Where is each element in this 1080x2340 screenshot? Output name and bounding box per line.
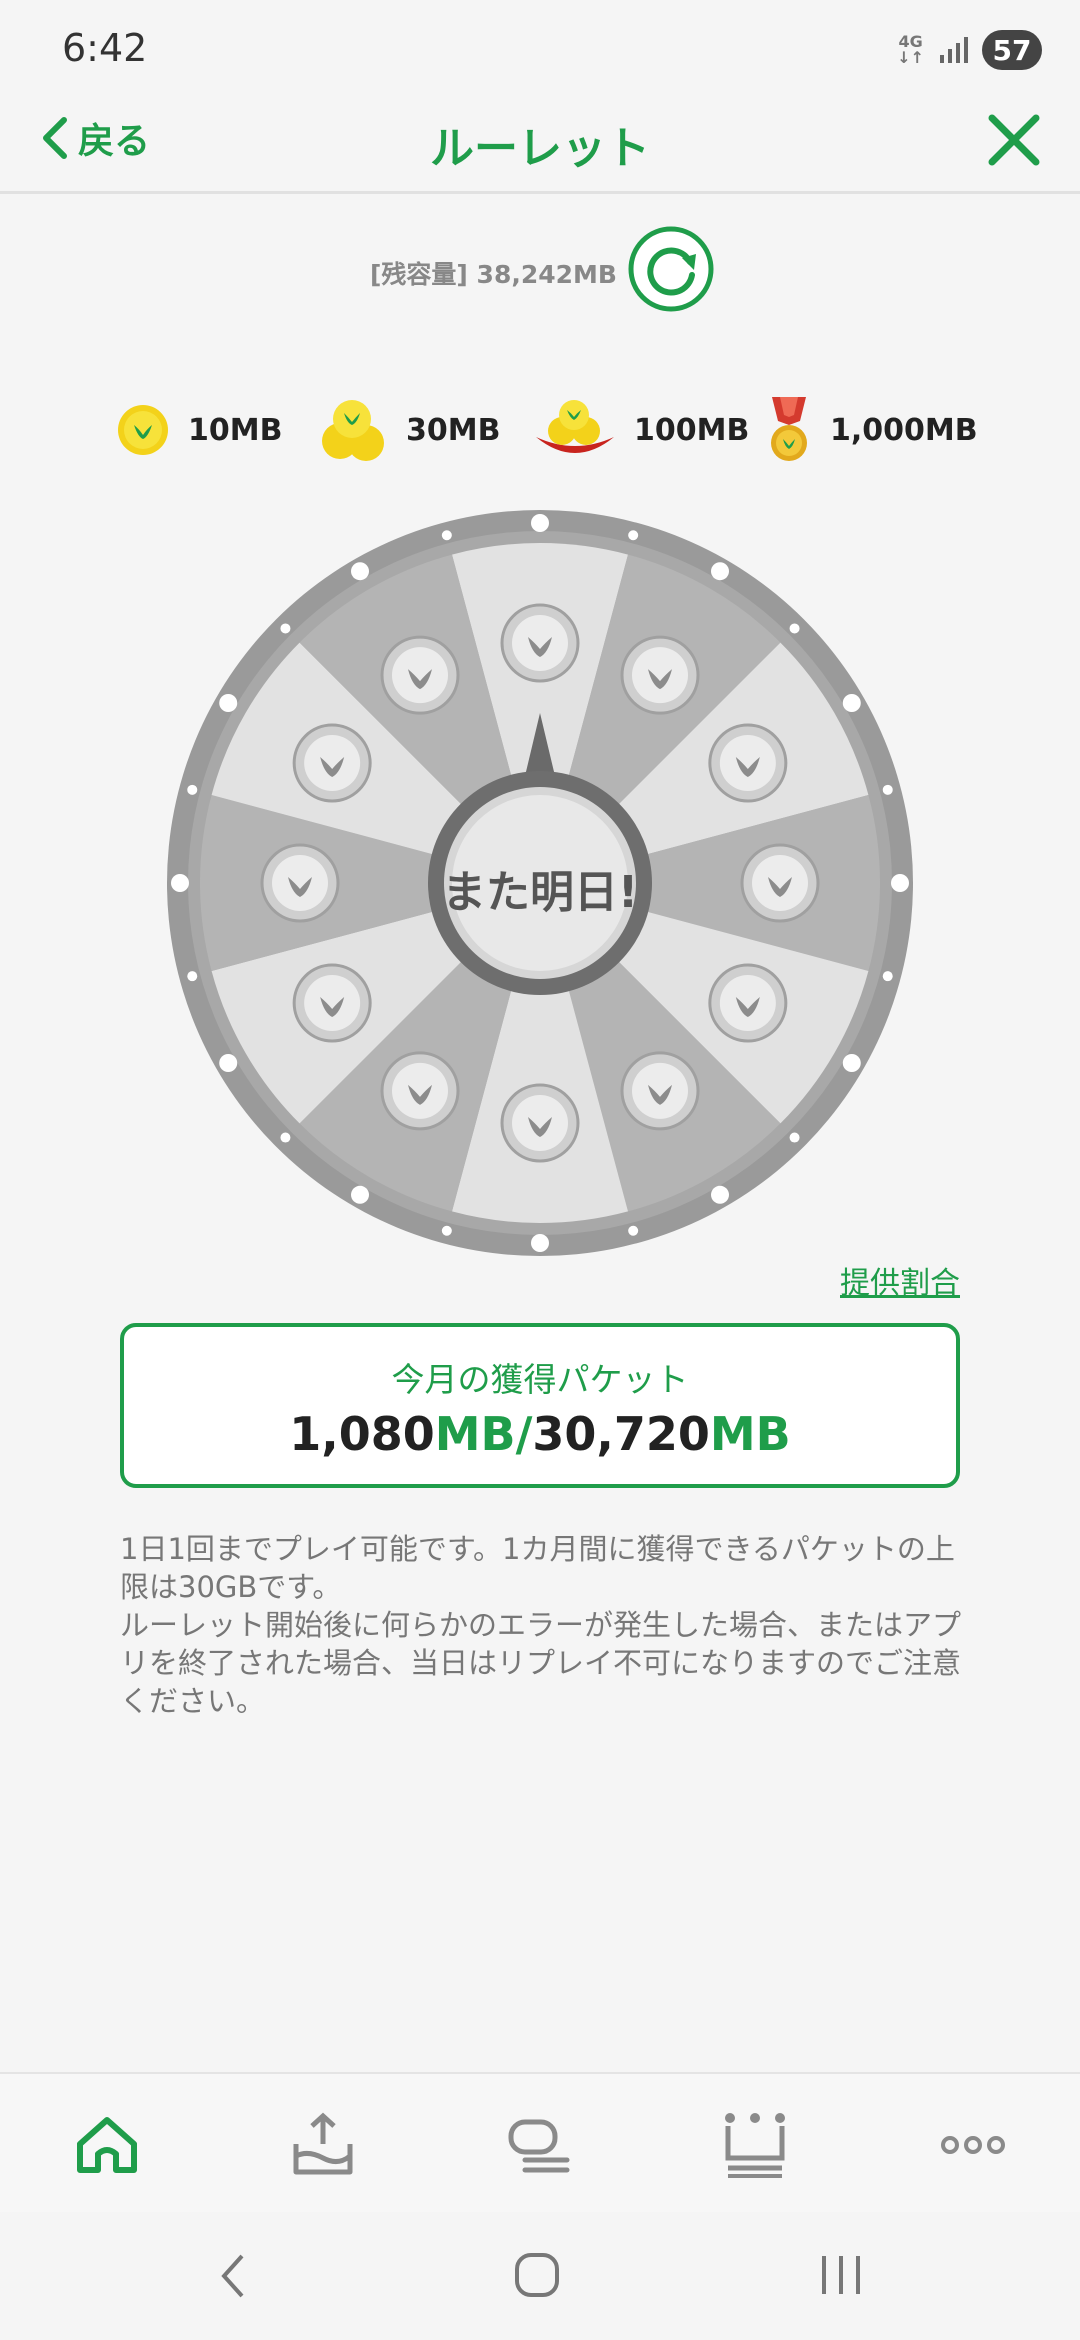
rim-light: [280, 1132, 291, 1143]
remaining-capacity: [残容量] 38,242MB: [370, 260, 617, 289]
crown-icon: [725, 2113, 785, 2178]
prize-coin-icon: [380, 1051, 460, 1131]
battery-indicator: 57: [982, 30, 1042, 70]
status-bar: 6:42 4G ↓↑ 57: [0, 0, 1080, 80]
medal-icon: [771, 397, 807, 461]
nav-data-share[interactable]: [288, 2110, 358, 2180]
rim-light: [219, 1054, 238, 1072]
system-back-icon[interactable]: [218, 2252, 248, 2300]
prize-coin-icon: [292, 723, 372, 803]
rim-light: [711, 562, 729, 581]
rim-light: [842, 694, 861, 712]
data-share-icon: [293, 2112, 353, 2175]
rim-light: [628, 530, 639, 541]
notice-text: 1日1回までプレイ可能です。1カ月間に獲得できるパケットの上限は30GBです。 …: [120, 1530, 970, 1720]
home-icon: [77, 2117, 137, 2173]
limit-unit: MB: [709, 1407, 791, 1461]
close-button[interactable]: [986, 112, 1042, 172]
prize-coin-icon: [708, 963, 788, 1043]
legend-label: 30MB: [406, 412, 501, 448]
chat-bubble-icon: [508, 2119, 570, 2173]
rim-light: [789, 623, 800, 634]
prize-coin-icon: [620, 635, 700, 715]
signal-icon: [940, 37, 968, 63]
rim-light: [531, 1234, 549, 1252]
status-icons: 4G ↓↑ 57: [897, 30, 1042, 70]
bottom-nav: [0, 2072, 1080, 2212]
legend-label: 100MB: [634, 412, 750, 448]
prize-coin-icon: [620, 1051, 700, 1131]
refresh-icon: [628, 226, 714, 312]
notice-line: ルーレット開始後に何らかのエラーが発生した場合、またはアプリを終了された場合、当…: [120, 1608, 962, 1718]
earned-value: 1,080: [289, 1407, 435, 1461]
odds-link[interactable]: 提供割合: [840, 1258, 960, 1302]
status-time: 6:42: [62, 26, 148, 70]
network-type: 4G ↓↑: [897, 32, 924, 67]
prize-coin-icon: [500, 1083, 580, 1163]
system-nav: [0, 2212, 1080, 2340]
rim-light: [441, 1225, 452, 1236]
rim-light: [187, 971, 198, 982]
close-icon: [988, 114, 1040, 166]
legend-item: 1,000MB: [766, 390, 978, 470]
rim-light: [628, 1225, 639, 1236]
single-coin-icon: [118, 405, 168, 455]
rim-light: [711, 1185, 729, 1204]
rim-light: [441, 530, 452, 541]
system-recents-icon[interactable]: [818, 2252, 864, 2298]
earned-unit: MB/: [434, 1407, 533, 1461]
prize-legend: 10MB 30MB 100MB 1,000MB: [116, 390, 978, 470]
app-header: 戻る ルーレット: [0, 82, 1080, 194]
nav-chat[interactable]: [505, 2110, 575, 2180]
rim-light: [280, 623, 291, 634]
limit-value: 30,720: [532, 1407, 710, 1461]
rim-light: [351, 1185, 369, 1204]
packet-values: 1,080MB/30,720MB: [124, 1407, 956, 1461]
prize-coin-icon: [708, 723, 788, 803]
notice-line: 1日1回までプレイ可能です。1カ月間に獲得できるパケットの上限は30GBです。: [120, 1532, 955, 1604]
rim-light: [351, 562, 369, 581]
legend-label: 10MB: [188, 412, 283, 448]
legend-item: 30MB: [318, 390, 500, 470]
monthly-packet-card: 今月の獲得パケット 1,080MB/30,720MB: [120, 1323, 960, 1488]
more-dots-icon: [941, 2136, 1005, 2154]
packet-title: 今月の獲得パケット: [391, 1360, 689, 1399]
coin-tray-icon: [536, 400, 614, 453]
rim-light: [531, 514, 549, 532]
prize-coin-icon: [500, 603, 580, 683]
rim-light: [882, 971, 893, 982]
rim-light: [219, 694, 238, 712]
legend-item: 10MB: [116, 390, 282, 470]
system-home-icon[interactable]: [514, 2252, 560, 2298]
legend-item: 100MB: [534, 390, 749, 470]
refresh-button[interactable]: [628, 226, 714, 312]
legend-label: 1,000MB: [830, 412, 978, 448]
nav-more[interactable]: [938, 2110, 1008, 2180]
rim-light: [789, 1132, 800, 1143]
nav-home[interactable]: [72, 2110, 142, 2180]
coin-pile-icon: [322, 400, 384, 461]
prize-coin-icon: [292, 963, 372, 1043]
rim-light: [842, 1054, 861, 1072]
roulette-center-label: また明日!: [441, 867, 639, 918]
rim-light: [187, 784, 198, 795]
page-title: ルーレット: [430, 123, 650, 174]
prize-coin-icon: [380, 635, 460, 715]
rim-light: [882, 784, 893, 795]
nav-crown[interactable]: [720, 2110, 790, 2180]
